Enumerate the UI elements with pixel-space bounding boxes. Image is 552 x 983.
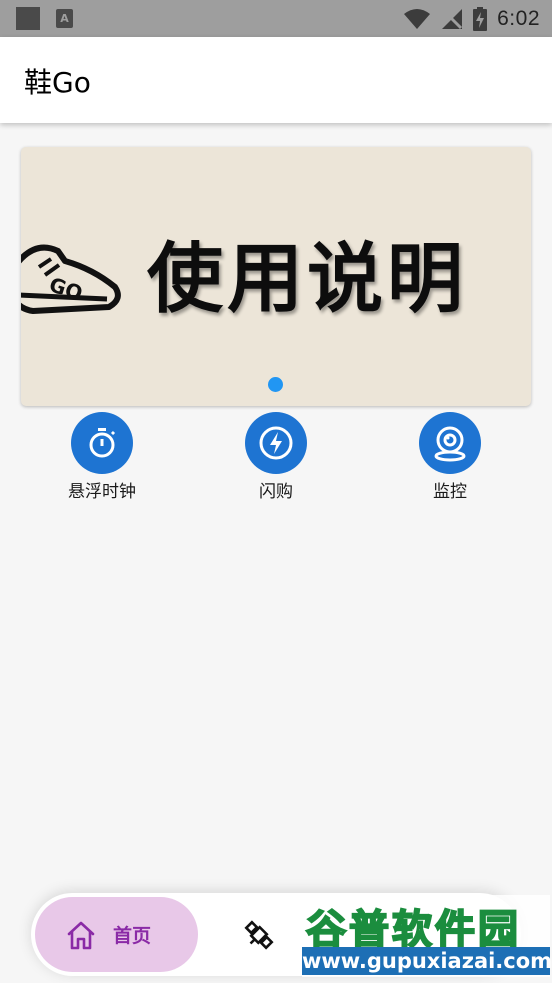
feature-icon-circle bbox=[245, 412, 307, 474]
nav-item-home[interactable]: 首页 bbox=[35, 897, 198, 972]
carousel-indicator-dot[interactable] bbox=[268, 377, 283, 392]
nav-item-home-label: 首页 bbox=[113, 925, 152, 947]
status-icons: 6:02 bbox=[403, 0, 540, 37]
home-icon bbox=[67, 921, 95, 949]
satellite-icon bbox=[244, 920, 274, 950]
banner-title: 使用说明 bbox=[147, 234, 467, 323]
a-letter-icon: A bbox=[56, 9, 73, 28]
lightning-icon bbox=[259, 426, 293, 460]
no-signal-icon bbox=[442, 8, 463, 29]
battery-charging-icon bbox=[473, 6, 488, 31]
feature-label: 监控 bbox=[433, 482, 467, 502]
feature-icon-circle bbox=[419, 412, 481, 474]
feature-label: 悬浮时钟 bbox=[68, 482, 136, 502]
watermark-url: www.gupuxiazai.com bbox=[302, 947, 552, 975]
status-bar: A 6:02 bbox=[0, 0, 552, 37]
feature-floating-clock[interactable]: 悬浮时钟 bbox=[42, 412, 162, 502]
shoe-logo-icon: GO bbox=[21, 244, 121, 314]
feature-flash-sale[interactable]: 闪购 bbox=[216, 412, 336, 502]
feature-label: 闪购 bbox=[259, 482, 293, 502]
feature-icon-circle bbox=[71, 412, 133, 474]
wifi-icon bbox=[404, 8, 431, 29]
app-title: 鞋Go bbox=[24, 66, 91, 99]
banner-logo-text: GO bbox=[46, 272, 85, 305]
status-time: 6:02 bbox=[497, 6, 540, 30]
feature-monitor[interactable]: 监控 bbox=[390, 412, 510, 502]
app-notification-icon bbox=[16, 7, 40, 30]
stopwatch-icon bbox=[89, 428, 116, 458]
watermark-logo: 谷普软件园 www.gupuxiazai.com bbox=[302, 895, 552, 977]
nav-item-satellite[interactable] bbox=[239, 915, 279, 955]
app-bar: 鞋Go bbox=[0, 37, 552, 123]
webcam-icon bbox=[434, 426, 466, 462]
banner-carousel[interactable]: GO 使用说明 bbox=[21, 147, 531, 406]
